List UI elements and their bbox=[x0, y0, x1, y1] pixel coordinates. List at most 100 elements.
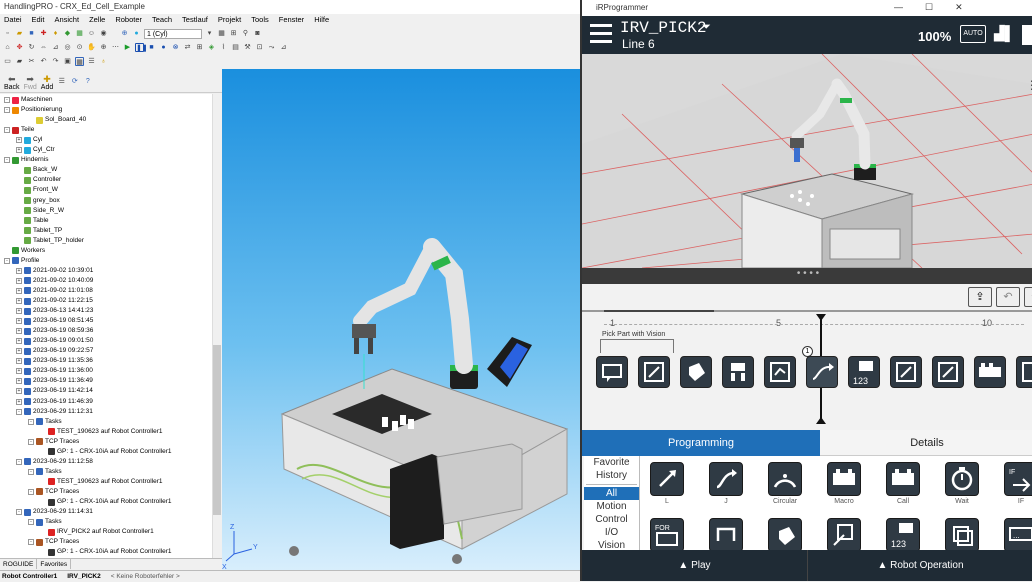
view-more-icon[interactable]: ⋮ bbox=[1026, 78, 1032, 92]
menu-zelle[interactable]: Zelle bbox=[89, 14, 105, 26]
menu-datei[interactable]: Datei bbox=[4, 14, 22, 26]
cmd-register-icon[interactable] bbox=[764, 356, 796, 388]
minimize-icon[interactable]: — bbox=[894, 2, 903, 13]
menu-teach[interactable]: Teach bbox=[152, 14, 172, 26]
expand-icon[interactable]: + bbox=[16, 318, 22, 325]
view-icon[interactable]: ◎ bbox=[63, 43, 72, 52]
expand-icon[interactable]: + bbox=[16, 287, 22, 294]
cmd-message-icon[interactable] bbox=[596, 356, 628, 388]
collapse-icon[interactable]: - bbox=[16, 509, 22, 516]
tree-item[interactable]: +2023-06-19 09:01:50 bbox=[16, 336, 93, 346]
tree-item[interactable]: +2023-06-13 14:41:23 bbox=[16, 306, 93, 316]
tree-item[interactable]: Table bbox=[16, 216, 49, 226]
tool-icon[interactable]: ⚒ bbox=[243, 43, 252, 52]
obstacle-icon[interactable]: ▦ bbox=[75, 29, 84, 38]
tree-item[interactable]: +2021-09-02 11:22:15 bbox=[16, 296, 93, 306]
tree-item[interactable]: - Teile bbox=[4, 125, 34, 135]
cmd-io-icon[interactable] bbox=[974, 356, 1006, 388]
redo-icon-irp[interactable]: ↷ bbox=[1024, 287, 1032, 307]
tree-item[interactable]: - TCP Traces bbox=[28, 487, 79, 497]
link-icon[interactable]: ⚲ bbox=[241, 29, 250, 38]
record-icon[interactable]: ● bbox=[159, 43, 168, 52]
tree-item[interactable]: - Positionierung bbox=[4, 105, 62, 115]
category-motion[interactable]: Motion bbox=[584, 500, 639, 513]
label-tag-icon[interactable] bbox=[768, 518, 802, 550]
tree-item[interactable]: GP: 1 - CRX-10iA auf Robot Controller1 bbox=[40, 447, 172, 457]
collapse-icon[interactable]: - bbox=[4, 97, 10, 103]
menu-fenster[interactable]: Fenster bbox=[279, 14, 304, 26]
undo-icon-irp[interactable]: ↶ bbox=[996, 287, 1020, 307]
play-button[interactable]: ▲ Play bbox=[582, 550, 808, 581]
category-history[interactable]: History bbox=[584, 469, 639, 482]
menu-ansicht[interactable]: Ansicht bbox=[54, 14, 79, 26]
circular-move-icon[interactable] bbox=[768, 462, 802, 496]
tree-item[interactable]: - Hindernis bbox=[4, 155, 48, 165]
tree-item[interactable]: Tablet_TP_holder bbox=[16, 236, 84, 246]
cmd-counter-icon[interactable]: 123 bbox=[848, 356, 880, 388]
cmd-vision-icon[interactable] bbox=[638, 356, 670, 388]
expand-icon[interactable]: + bbox=[16, 348, 22, 355]
tree-item[interactable]: - 2023-06-29 11:12:58 bbox=[16, 457, 93, 467]
tree-item[interactable]: IRV_PICK2 auf Robot Controller1 bbox=[40, 527, 154, 537]
robot-operation-button[interactable]: ▲ Robot Operation bbox=[808, 550, 1032, 581]
linear-move-icon[interactable] bbox=[650, 462, 684, 496]
profile-icon[interactable]: ▤ bbox=[231, 43, 240, 52]
collapse-icon[interactable]: - bbox=[4, 157, 10, 164]
expand-icon[interactable]: + bbox=[16, 398, 22, 405]
robot-icon[interactable]: ♦ bbox=[51, 29, 60, 38]
collision-icon[interactable]: ◈ bbox=[207, 43, 216, 52]
menu-tools[interactable]: Tools bbox=[251, 14, 269, 26]
tree-item[interactable]: GP: 1 - CRX-10iA auf Robot Controller1 bbox=[40, 497, 172, 507]
add-part-icon[interactable]: ✚ bbox=[39, 29, 48, 38]
signal-icon[interactable]: ⊞ bbox=[195, 43, 204, 52]
hamburger-menu-icon[interactable] bbox=[590, 24, 612, 44]
collapse-icon[interactable]: - bbox=[28, 488, 34, 495]
comment-icon[interactable]: ... bbox=[1004, 518, 1032, 550]
tree-item[interactable]: +2021-09-02 10:40:09 bbox=[16, 276, 93, 286]
worker-icon[interactable]: ☺ bbox=[87, 29, 96, 38]
expand-icon[interactable]: + bbox=[16, 328, 22, 335]
category-io[interactable]: I/O bbox=[584, 526, 639, 539]
cmd-linear-icon[interactable] bbox=[890, 356, 922, 388]
expand-icon[interactable]: + bbox=[16, 368, 22, 375]
robot-status-icon[interactable]: ▟▌ bbox=[994, 25, 1016, 45]
print-icon[interactable]: ▭ bbox=[3, 57, 12, 66]
auto-mode-badge[interactable]: AUTO bbox=[960, 25, 986, 43]
menu-edit[interactable]: Edit bbox=[32, 14, 45, 26]
tree-item[interactable]: - Tasks bbox=[28, 417, 62, 427]
tab-programming[interactable]: Programming bbox=[582, 430, 820, 456]
cursor-bottom-marker[interactable] bbox=[816, 417, 826, 424]
menu-testlauf[interactable]: Testlauf bbox=[182, 14, 208, 26]
tree-item[interactable]: Sol_Board_40 bbox=[28, 115, 86, 125]
collapse-icon[interactable]: - bbox=[28, 539, 34, 546]
upload-icon[interactable]: ⇪ bbox=[968, 287, 992, 307]
if-icon[interactable]: IF bbox=[1004, 462, 1032, 496]
move-icon[interactable]: ✥ bbox=[15, 43, 24, 52]
program-name[interactable]: IRV_PICK2 bbox=[620, 19, 706, 37]
chevron-down-icon[interactable]: ▾ bbox=[205, 29, 214, 38]
tree-item[interactable]: - Tasks bbox=[28, 467, 62, 477]
tree-item[interactable]: Workers bbox=[4, 246, 45, 256]
collapse-icon[interactable]: - bbox=[28, 418, 34, 425]
play-icon[interactable]: ▶ bbox=[123, 43, 132, 52]
tree-scroll-thumb[interactable] bbox=[213, 345, 221, 515]
expand-icon[interactable]: + bbox=[16, 267, 22, 274]
tree-item[interactable]: +2021-09-02 10:39:01 bbox=[16, 266, 93, 276]
tree-item[interactable]: +2021-09-02 11:01:08 bbox=[16, 286, 93, 296]
pan-icon[interactable]: ✋ bbox=[87, 43, 96, 52]
tree-item[interactable]: - TCP Traces bbox=[28, 537, 79, 547]
tree-item[interactable]: +2023-06-19 08:51:45 bbox=[16, 316, 93, 326]
new-file-icon[interactable]: ▫ bbox=[3, 29, 12, 38]
tree-item[interactable]: +2023-06-19 08:59:36 bbox=[16, 326, 93, 336]
part-select-icon[interactable]: ● bbox=[132, 29, 141, 38]
view-resize-handle[interactable]: • • • • bbox=[582, 268, 1032, 284]
path-icon[interactable]: ⤳ bbox=[267, 43, 276, 52]
stop-icon[interactable]: ■ bbox=[147, 43, 156, 52]
category-favorite[interactable]: Favorite bbox=[584, 456, 639, 469]
cmd-linear-icon-3[interactable] bbox=[1016, 356, 1032, 388]
trace-icon[interactable]: ⌇ bbox=[219, 43, 228, 52]
tree-item[interactable]: +2023-06-19 09:22:57 bbox=[16, 346, 93, 356]
save-icon[interactable]: ■ bbox=[27, 29, 36, 38]
call-icon[interactable] bbox=[886, 462, 920, 496]
expand-icon[interactable]: + bbox=[16, 277, 22, 284]
